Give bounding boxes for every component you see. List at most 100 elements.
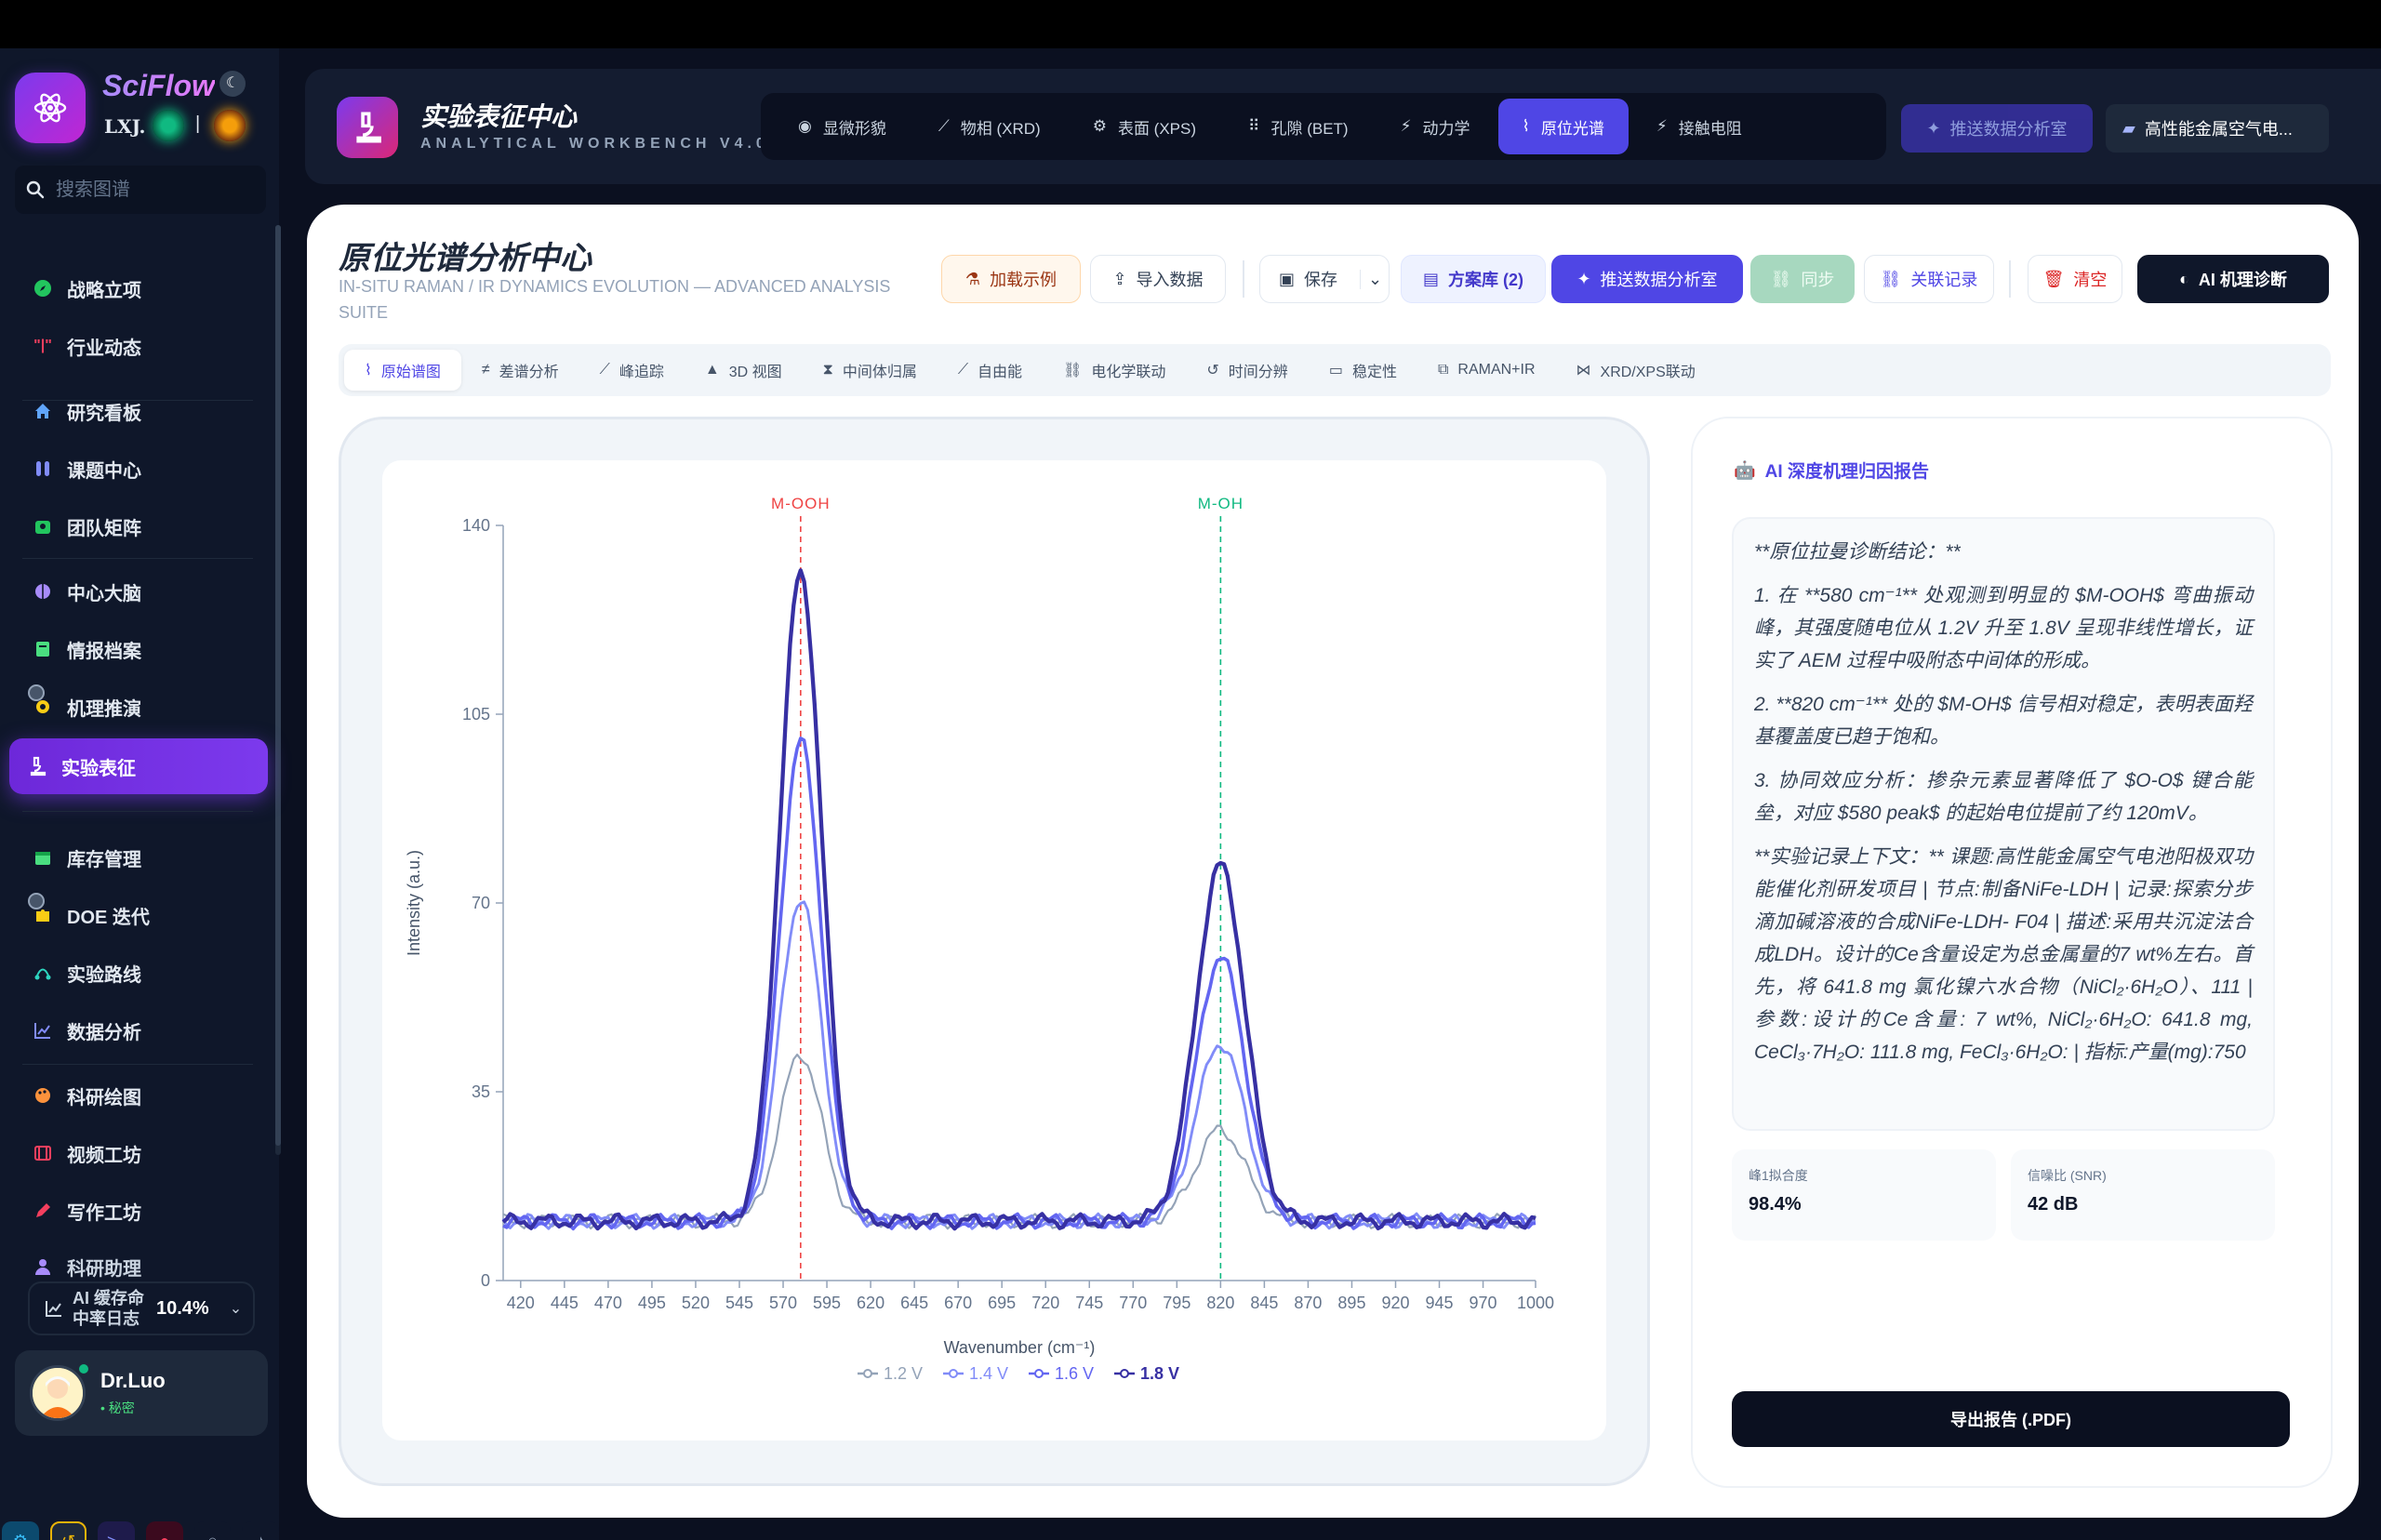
load-demo-button[interactable]: ⚗ 加载示例 <box>941 255 1081 303</box>
brand-name: SciFlow <box>102 69 215 102</box>
tab-kinetics[interactable]: ⚡ 动力学 <box>1377 99 1495 154</box>
user-profile-card[interactable]: Dr.Luo • 秘密 <box>15 1350 268 1436</box>
sidebar-item-characterization[interactable]: 实验表征 <box>9 738 268 794</box>
sidebar-item-writing[interactable]: 写作工坊 <box>9 1185 268 1237</box>
scheme-library-button[interactable]: ▤ 方案库 (2) <box>1401 255 1546 303</box>
subtab-intermediate[interactable]: ⧗ 中间体归属 <box>803 350 938 391</box>
microphone-icon[interactable]: ● <box>146 1521 183 1540</box>
x-tick-label: 970 <box>1470 1294 1497 1312</box>
tab-xrd[interactable]: ⟋ 物相 (XRD) <box>914 99 1065 154</box>
magic-wand-icon: ✦ <box>1576 269 1591 288</box>
subtab-label: 峰追踪 <box>619 365 664 380</box>
sidebar-item-industry-news[interactable]: "|" 行业动态 <box>9 320 268 372</box>
theme-toggle-icon[interactable]: ☾ <box>219 71 246 97</box>
subtab-label: RAMAN+IR <box>1457 362 1536 378</box>
sidebar-item-team[interactable]: 团队矩阵 <box>9 500 268 552</box>
history-icon[interactable]: ↺ <box>49 1521 87 1540</box>
sidebar-item-video[interactable]: 视频工坊 <box>9 1127 268 1179</box>
x-tick-label: 420 <box>507 1294 535 1312</box>
import-data-button[interactable]: ⇪ 导入数据 <box>1090 255 1226 303</box>
subtab-stability[interactable]: ▭ 稳定性 <box>1309 350 1417 391</box>
x-tick-label: 720 <box>1031 1294 1059 1312</box>
subtab-peak-tracking[interactable]: ⟋ 峰追踪 <box>579 350 685 391</box>
x-tick-label: 545 <box>725 1294 753 1312</box>
sidebar-search[interactable] <box>15 166 266 214</box>
trend-icon: ⟋ <box>957 362 969 378</box>
x-tick-label: 870 <box>1294 1294 1322 1312</box>
subtab-xrd-xps[interactable]: ⋈ XRD/XPS联动 <box>1556 350 1716 391</box>
gear-icon: ⚙ <box>1092 117 1107 135</box>
push-to-analysis-button[interactable]: ✦ 推送数据分析室 <box>1901 104 2093 153</box>
tab-label: 物相 (XRD) <box>960 119 1041 138</box>
subtab-3d-view[interactable]: ▲ 3D 视图 <box>685 350 803 391</box>
ai-cache-status[interactable]: AI 缓存命中率日志 10.4% ⌄ <box>28 1281 255 1335</box>
clear-button[interactable]: 🗑 清空 <box>2028 255 2122 303</box>
subtab-label: 自由能 <box>978 365 1023 380</box>
brand-separator: | <box>195 113 201 134</box>
report-paragraph: 2. **820 cm⁻¹** 处的 $M-OH$ 信号相对稳定，表明表面羟基覆… <box>1754 694 2253 748</box>
link-icon: ⛓ <box>1063 363 1083 378</box>
upload-icon: ⇪ <box>1112 269 1127 288</box>
notification-badge <box>28 893 45 909</box>
sidebar-item-inventory[interactable]: 库存管理 <box>9 831 268 883</box>
film-icon <box>32 1142 54 1164</box>
sidebar-item-mechanism[interactable]: 机理推演 <box>9 681 268 733</box>
broadcast-icon: "|" <box>33 338 52 353</box>
subtab-raman-ir[interactable]: ⧉ RAMAN+IR <box>1417 350 1556 391</box>
subtab-time-resolved[interactable]: ↺ 时间分辨 <box>1186 350 1308 391</box>
spectrum-chart[interactable]: 0 35 70 105 140 420 445 470 495 520 545 570 595 620 64… <box>382 460 1606 1440</box>
legend-label: 1.2 V <box>884 1364 923 1383</box>
sidebar-item-label: 团队矩阵 <box>67 518 141 539</box>
push-data-button[interactable]: ✦ 推送数据分析室 <box>1551 255 1743 303</box>
flask-icon <box>32 458 54 480</box>
subtab-free-energy[interactable]: ⟋ 自由能 <box>938 350 1043 391</box>
terminal-icon[interactable]: >_ <box>98 1521 136 1540</box>
export-pdf-button[interactable]: 导出报告 (.PDF) <box>1732 1391 2290 1447</box>
chevron-down-icon[interactable]: ⌄ <box>1360 269 1382 289</box>
sidebar-item-route[interactable]: 实验路线 <box>9 947 268 999</box>
bell-icon[interactable]: ♪ <box>242 1521 279 1540</box>
sidebar-item-label: 战略立项 <box>67 280 141 301</box>
project-selector[interactable]: ▰ 高性能金属空气电... <box>2106 104 2329 153</box>
sidebar-item-figure[interactable]: 科研绘图 <box>9 1069 268 1122</box>
tab-microscopy[interactable]: ◉ 显微形貌 <box>774 99 911 154</box>
tab-insitu-spectra[interactable]: ⌇ 原位光谱 <box>1497 99 1629 154</box>
bolt-icon: ⚡ <box>1400 117 1412 135</box>
app-logo[interactable] <box>15 73 86 143</box>
save-button[interactable]: ▣ 保存 ⌄ <box>1259 255 1390 303</box>
inventory-icon <box>32 846 54 869</box>
sidebar-item-research-board[interactable]: 研究看板 <box>9 385 268 437</box>
sidebar-item-archive[interactable]: 情报档案 <box>9 623 268 675</box>
sync-button[interactable]: ⛓ 同步 <box>1750 255 1855 303</box>
hourglass-icon: ⧗ <box>822 362 833 378</box>
sidebar-item-projects[interactable]: 课题中心 <box>9 443 268 495</box>
robot-icon: 🤖 <box>1734 460 1756 481</box>
search-icon <box>26 180 45 199</box>
ai-diagnosis-button[interactable]: ◐ AI 机理诊断 <box>2137 255 2329 303</box>
grid-icon: ⠿ <box>1248 117 1260 135</box>
user-name: Dr.Luo <box>100 1369 166 1392</box>
linked-records-button[interactable]: ⛓ 关联记录 <box>1864 255 1994 303</box>
action-label: 加载示例 <box>990 271 1057 289</box>
sidebar-item-data-analysis[interactable]: 数据分析 <box>9 1004 268 1056</box>
subtab-electrochem[interactable]: ⛓ 电化学联动 <box>1043 350 1186 391</box>
y-tick-label: 105 <box>462 705 490 724</box>
sidebar-item-strategy[interactable]: 战略立项 <box>9 262 268 314</box>
microscope-icon <box>26 755 48 777</box>
subtab-difference[interactable]: ≠ 差谱分析 <box>461 350 579 391</box>
sidebar-scrollbar-thumb[interactable] <box>275 225 281 1146</box>
tab-contact-resistance[interactable]: ⚡ 接触电阻 <box>1632 99 1766 154</box>
sidebar-item-brain[interactable]: 中心大脑 <box>9 565 268 617</box>
settings-gear-icon[interactable]: ⚙ <box>2 1521 39 1540</box>
status-orb-green-icon[interactable] <box>153 110 184 141</box>
legend-marker <box>1120 1369 1129 1378</box>
circle-icon[interactable]: ○ <box>193 1521 232 1540</box>
subtab-raw-spectrum[interactable]: ⌇ 原始谱图 <box>344 350 461 391</box>
tab-xps[interactable]: ⚙ 表面 (XPS) <box>1069 99 1220 154</box>
search-input[interactable] <box>56 179 242 201</box>
sidebar-item-label: 数据分析 <box>67 1022 141 1043</box>
microscope-icon <box>356 112 381 143</box>
sidebar-item-doe[interactable]: DOE 迭代 <box>9 889 268 941</box>
tab-bet[interactable]: ⠿ 孔隙 (BET) <box>1224 99 1373 154</box>
status-orb-amber-icon[interactable] <box>214 110 246 141</box>
